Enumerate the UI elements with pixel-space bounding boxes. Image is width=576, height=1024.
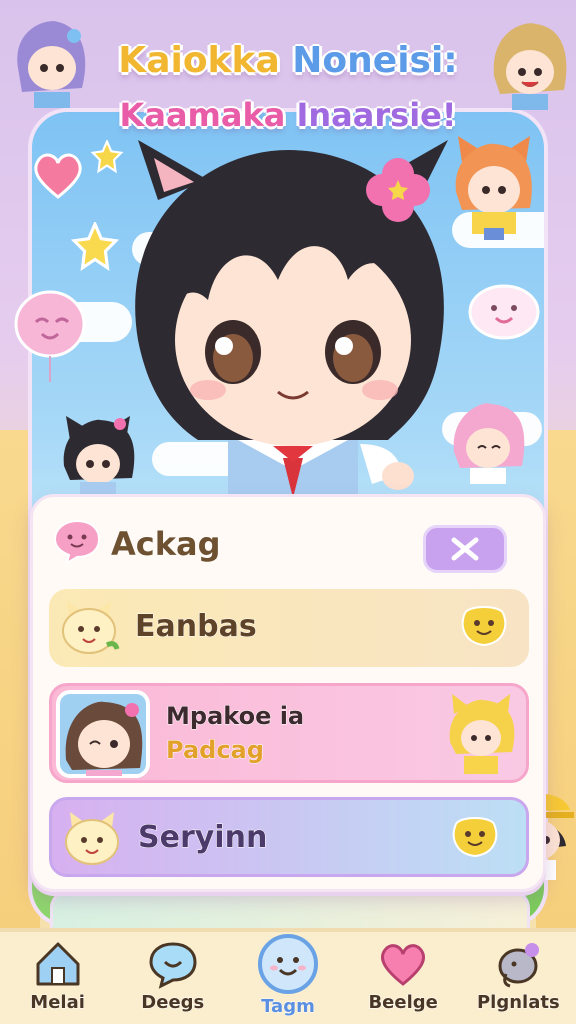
home-icon <box>32 938 84 990</box>
nav-label: Deegs <box>141 992 205 1014</box>
chat-icon <box>147 938 199 990</box>
avatar-girl <box>56 690 150 778</box>
chibi-dark-cat <box>58 412 138 498</box>
nav-label: Tagm <box>261 996 316 1018</box>
title-word: Kaiokka <box>117 39 280 82</box>
chat-bubble-icon <box>53 519 101 566</box>
panel-title: Ackag <box>111 525 222 564</box>
balloon-icon <box>14 290 86 382</box>
nav-label: Melai <box>30 992 86 1014</box>
smile-bubble-icon <box>459 603 509 651</box>
cat-face-icon <box>57 597 121 657</box>
smile-face-icon <box>256 932 320 996</box>
nav-item-beelge[interactable]: Beelge <box>348 932 458 1024</box>
title-word: Kaamaka <box>119 95 287 135</box>
menu-item-mpakoe[interactable]: Mpakoe ia Padcag <box>49 683 529 783</box>
heart-icon <box>34 153 82 199</box>
title-word: Inaarsie! <box>295 95 457 135</box>
nav-label: Plgnlats <box>476 992 560 1014</box>
menu-item-label: Eanbas <box>135 609 258 645</box>
game-screen: Kaiokka Noneisi: Kaamaka Inaarsie! Ackag… <box>0 0 576 1024</box>
chibi-orange-cat <box>448 132 540 242</box>
chibi-blonde-hair <box>486 20 572 112</box>
hero-character <box>98 140 478 510</box>
title-word: Noneisi: <box>291 39 458 82</box>
nav-item-deegs[interactable]: Deegs <box>118 932 228 1024</box>
menu-item-label: Seryinn <box>137 820 268 856</box>
close-button[interactable] <box>423 525 507 573</box>
smile-bubble-icon <box>450 814 500 862</box>
bottom-nav: Melai Deegs Tagm Beelge Plgnlats <box>0 928 576 1024</box>
nav-item-tagm[interactable]: Tagm <box>233 932 343 1024</box>
elephant-icon <box>492 938 544 990</box>
menu-panel: Ackag Eanbas Mpakoe ia Padcag Seryinn <box>30 494 546 892</box>
chibi-pink-hair <box>448 396 528 486</box>
menu-item-sublabel: Padcag <box>166 736 265 765</box>
menu-item-eanbas[interactable]: Eanbas <box>49 589 529 667</box>
menu-item-label: Mpakoe ia <box>165 702 305 731</box>
panel-header: Ackag <box>49 511 529 575</box>
nav-item-plgnlats[interactable]: Plgnlats <box>463 932 573 1024</box>
chibi-blonde <box>444 692 518 776</box>
menu-item-seryinn[interactable]: Seryinn <box>49 797 529 877</box>
heart-icon <box>377 938 429 990</box>
chibi-purple-hair <box>8 18 92 110</box>
close-x-icon <box>451 537 479 561</box>
nav-label: Beelge <box>368 992 438 1014</box>
nav-item-melai[interactable]: Melai <box>3 932 113 1024</box>
cat-face-icon <box>60 808 124 868</box>
